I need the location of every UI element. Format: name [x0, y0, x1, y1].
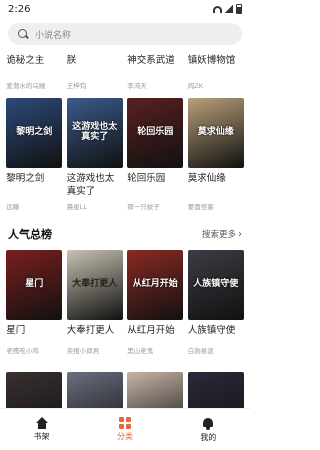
cover-title-art: 星门: [25, 279, 44, 290]
book-author: 卖报小郎君: [66, 347, 100, 355]
status-icons: [213, 4, 242, 14]
book-card[interactable]: 黎明之剑 黎明之剑 远瞳: [6, 98, 63, 211]
search-icon: [18, 28, 29, 40]
book-author: 晨星LL: [66, 203, 87, 211]
book-card[interactable]: 莫求仙缘 莫求仙缘 蒙面怪客: [187, 98, 244, 211]
cover-title-art: 黎明之剑: [16, 127, 53, 138]
bell-icon: [202, 417, 214, 430]
book-title[interactable]: 莫求仙缘: [188, 172, 244, 198]
cover-title-art: 从红月开始: [132, 279, 178, 290]
book-cover[interactable]: 从红月开始: [127, 250, 184, 320]
cover-title-art: 人族镇守使: [193, 279, 239, 290]
book-author: 那一只蚊子: [127, 203, 160, 211]
battery-icon: [236, 4, 242, 14]
section-title: 人气总榜: [8, 228, 52, 241]
book-author: 阎ZK: [187, 82, 203, 90]
wifi-icon: [213, 5, 222, 13]
book-title[interactable]: 神交系武道: [127, 52, 183, 66]
book-card[interactable]: 从红月开始 从红月开始 黑山老鬼: [127, 250, 184, 355]
cover-title-art: 这游戏也太真实了: [72, 122, 118, 142]
nav-bookshelf[interactable]: 书架: [12, 417, 72, 442]
book-cover[interactable]: 轮回乐园: [127, 98, 184, 168]
book-title[interactable]: 人族镇守使: [188, 324, 244, 337]
book-card[interactable]: 星门 星门 老鹰吃小鸡: [6, 250, 63, 355]
signal-icon: [225, 5, 233, 13]
book-title[interactable]: 黎明之剑: [6, 172, 62, 198]
book-author: 远瞳: [6, 203, 20, 211]
book-title[interactable]: 轮回乐园: [127, 172, 183, 198]
book-title[interactable]: 朕: [67, 52, 123, 66]
status-bar: 2:26: [0, 0, 250, 18]
cover-title-art: 大奉打更人: [72, 279, 118, 290]
book-title[interactable]: 诡秘之主: [6, 52, 62, 66]
book-cover[interactable]: 黎明之剑: [6, 98, 63, 168]
book-cover[interactable]: 莫求仙缘: [187, 98, 244, 168]
more-label: 搜索更多: [201, 230, 236, 240]
nav-category[interactable]: 分类: [95, 417, 155, 442]
book-author: 蒙面怪客: [187, 203, 214, 211]
top-row-authors: 爱潜水的乌贼 王梓钧 李鸿天 阎ZK: [0, 80, 250, 90]
book-author: 白驹易逝: [187, 347, 214, 355]
top-row-titles: 诡秘之主 朕 神交系武道 镇妖博物馆: [0, 52, 250, 66]
book-title[interactable]: 大奉打更人: [67, 324, 123, 337]
home-icon: [35, 417, 49, 429]
grid-icon: [118, 417, 131, 429]
book-title[interactable]: 这游戏也太真实了: [67, 172, 123, 198]
book-author: 李鸿天: [127, 82, 147, 90]
nav-profile[interactable]: 我的: [178, 417, 238, 443]
book-card[interactable]: 人族镇守使 人族镇守使 白驹易逝: [187, 250, 244, 355]
book-author: 老鹰吃小鸡: [6, 347, 39, 355]
book-title[interactable]: 镇妖博物馆: [188, 52, 244, 66]
book-card[interactable]: 大奉打更人 大奉打更人 卖报小郎君: [66, 250, 123, 355]
book-title[interactable]: 星门: [6, 324, 62, 337]
book-cover[interactable]: 大奉打更人: [66, 250, 123, 320]
nav-label: 分类: [116, 432, 133, 441]
cover-title-art: 莫求仙缘: [197, 127, 234, 138]
status-time: 2:26: [8, 3, 31, 15]
chevron-right-icon: ›: [238, 228, 242, 240]
search-input[interactable]: 小说名称: [35, 28, 71, 41]
section-header: 人气总榜 搜索更多 ›: [8, 226, 242, 242]
book-title[interactable]: 从红月开始: [127, 324, 183, 337]
search-bar[interactable]: 小说名称: [8, 23, 242, 45]
nav-label: 我的: [200, 432, 217, 442]
bottom-nav: 书架 分类 我的: [0, 408, 250, 450]
cover-title-art: 轮回乐园: [137, 127, 174, 138]
book-cover[interactable]: 这游戏也太真实了: [66, 98, 123, 168]
more-link[interactable]: 搜索更多 ›: [201, 228, 242, 241]
book-author: 王梓钧: [66, 82, 87, 90]
book-grid-popular: 星门 星门 老鹰吃小鸡 大奉打更人 大奉打更人 卖报小郎君 从红月开始 从红月开…: [0, 250, 250, 355]
book-card[interactable]: 轮回乐园 轮回乐园 那一只蚊子: [127, 98, 184, 211]
book-cover[interactable]: 人族镇守使: [187, 250, 244, 320]
nav-label: 书架: [33, 432, 50, 441]
book-card[interactable]: 这游戏也太真实了 这游戏也太真实了 晨星LL: [66, 98, 123, 211]
book-grid-recommended: 黎明之剑 黎明之剑 远瞳 这游戏也太真实了 这游戏也太真实了 晨星LL 轮回乐园…: [0, 98, 250, 211]
book-cover[interactable]: 星门: [6, 250, 63, 320]
book-author: 爱潜水的乌贼: [6, 82, 46, 90]
book-author: 黑山老鬼: [127, 347, 154, 355]
